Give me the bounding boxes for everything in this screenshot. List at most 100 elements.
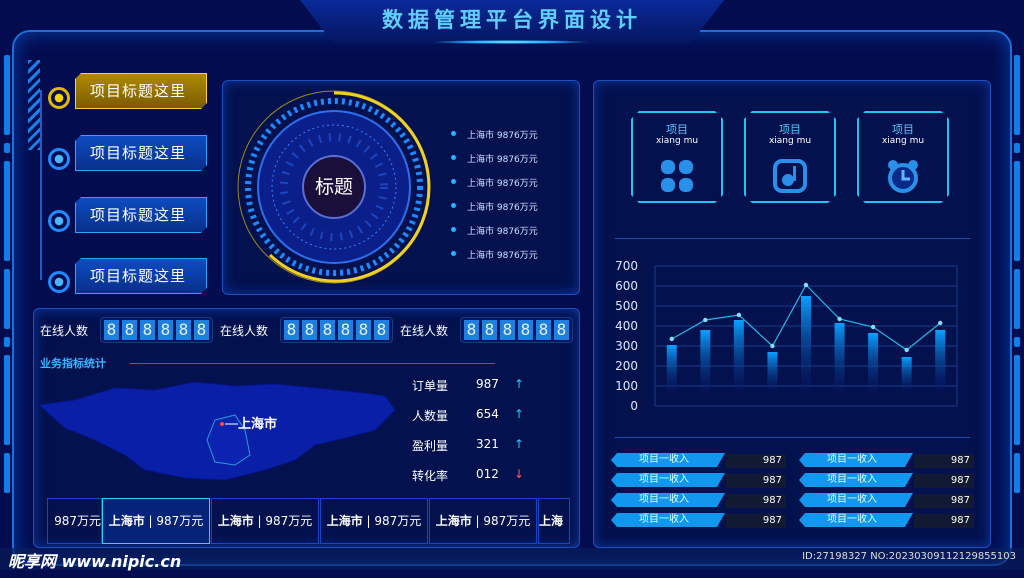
- y-tick-label: 600: [615, 279, 638, 293]
- income-label: 项目一收入: [799, 493, 913, 507]
- city-value: 987万元: [156, 514, 204, 528]
- city-item[interactable]: 上海市 | 987万元: [102, 498, 210, 544]
- legend-item: 上海市 9876万元: [451, 176, 538, 189]
- arrow-up-icon: ↑: [514, 437, 525, 451]
- counter-label: 在线人数: [220, 324, 269, 338]
- city-item[interactable]: 上海: [538, 498, 570, 544]
- y-tick-label: 0: [630, 399, 638, 413]
- counter-label: 在线人数: [400, 324, 449, 338]
- bar: [935, 330, 946, 391]
- card-subtitle: xiang mu: [881, 136, 925, 146]
- city-item[interactable]: 987万元: [47, 498, 102, 544]
- music-note-icon: [772, 158, 808, 194]
- counter-digit: 8: [158, 320, 173, 340]
- city-item[interactable]: 上海市 | 987万元: [429, 498, 537, 544]
- counter-digit: 8: [464, 320, 479, 340]
- kpi-row: 订单量 987 ↑: [412, 377, 524, 394]
- menu-connector-line: [40, 90, 42, 280]
- kpi-row: 人数量 654 ↑: [412, 407, 524, 424]
- city-name: 上海市: [435, 514, 472, 528]
- section-title: 业务指标统计: [40, 357, 106, 370]
- city-value: 987万元: [374, 514, 422, 528]
- menu-item-1[interactable]: 项目标题这里: [75, 73, 207, 109]
- bar: [666, 345, 677, 391]
- counter-digit: 8: [122, 320, 137, 340]
- income-value: 987: [726, 454, 786, 468]
- income-label: 项目一收入: [799, 473, 913, 487]
- project-card[interactable]: 项目 xiang mu: [744, 111, 836, 203]
- menu-item-icon: [48, 148, 70, 170]
- title-bar: 数据管理平台界面设计: [300, 0, 724, 44]
- kpi-label: 转化率: [412, 469, 449, 483]
- counter-digit: 8: [194, 320, 209, 340]
- project-card[interactable]: 项目 xiang mu: [631, 111, 723, 203]
- income-label: 项目一收入: [611, 513, 725, 527]
- income-value: 987: [726, 474, 786, 488]
- bar: [868, 333, 879, 391]
- legend-item: 上海市 9876万元: [451, 224, 538, 237]
- alarm-clock-icon: [885, 158, 921, 194]
- dial-center-label: 标题: [302, 155, 366, 219]
- kpi-value: 012: [476, 467, 499, 481]
- counter-digit: 8: [140, 320, 155, 340]
- kpi-value: 654: [476, 407, 499, 421]
- arrow-down-icon: ↓: [514, 467, 525, 481]
- watermark-logo: 昵享网 www.nipic.cn: [8, 552, 182, 571]
- arrow-up-icon: ↑: [514, 407, 525, 421]
- counter-digit: 8: [356, 320, 371, 340]
- project-card[interactable]: 项目 xiang mu: [857, 111, 949, 203]
- counter-digit: 8: [302, 320, 317, 340]
- counter-digit: 8: [374, 320, 389, 340]
- counter-digit: 8: [554, 320, 569, 340]
- legend-item: 上海市 9876万元: [451, 152, 538, 165]
- city-value: 987万元: [483, 514, 531, 528]
- counter-digit: 8: [284, 320, 299, 340]
- counter-label: 在线人数: [40, 324, 89, 338]
- kpi-label: 订单量: [412, 379, 449, 393]
- card-title: 项目: [779, 123, 801, 136]
- bar: [733, 320, 744, 391]
- clover-icon: [659, 158, 695, 194]
- income-value: 987: [914, 494, 974, 508]
- y-tick-label: 300: [615, 339, 638, 353]
- counter-digit: 8: [338, 320, 353, 340]
- counter-digit: 8: [320, 320, 335, 340]
- online-counter: 888888: [460, 317, 573, 343]
- divider: [615, 238, 970, 239]
- card-title: 项目: [892, 123, 914, 136]
- bar: [801, 296, 811, 391]
- title-glow: [430, 40, 590, 44]
- kpi-row: 盈利量 321 ↑: [412, 437, 524, 454]
- bar: [700, 330, 711, 391]
- divider: [615, 437, 970, 438]
- menu-item-4[interactable]: 项目标题这里: [75, 258, 207, 294]
- menu-item-2[interactable]: 项目标题这里: [75, 135, 207, 171]
- line-point: [803, 282, 809, 288]
- city-item[interactable]: 上海市 | 987万元: [211, 498, 319, 544]
- left-edge-decoration: [4, 55, 10, 555]
- section-divider: [130, 363, 495, 364]
- income-value: 987: [914, 454, 974, 468]
- income-value: 987: [914, 474, 974, 488]
- legend-item: 上海市 9876万元: [451, 248, 538, 261]
- kpi-value: 321: [476, 437, 499, 451]
- city-value: 987万元: [54, 514, 101, 528]
- right-edge-decoration: [1014, 55, 1020, 555]
- income-label: 项目一收入: [799, 453, 913, 467]
- kpi-value: 987: [476, 377, 499, 391]
- y-tick-label: 400: [615, 319, 638, 333]
- kpi-label: 盈利量: [412, 439, 449, 453]
- legend-item: 上海市 9876万元: [451, 128, 538, 141]
- income-value: 987: [726, 514, 786, 528]
- counter-digit: 8: [500, 320, 515, 340]
- online-counter: 888888: [100, 317, 213, 343]
- card-subtitle: xiang mu: [768, 136, 812, 146]
- city-item[interactable]: 上海市 | 987万元: [320, 498, 428, 544]
- city-name: 上海市: [217, 514, 254, 528]
- income-label: 项目一收入: [611, 473, 725, 487]
- line-point: [770, 343, 775, 349]
- menu-item-3[interactable]: 项目标题这里: [75, 197, 207, 233]
- city-name: 上海市: [326, 514, 363, 528]
- map: [37, 381, 396, 481]
- income-label: 项目一收入: [799, 513, 913, 527]
